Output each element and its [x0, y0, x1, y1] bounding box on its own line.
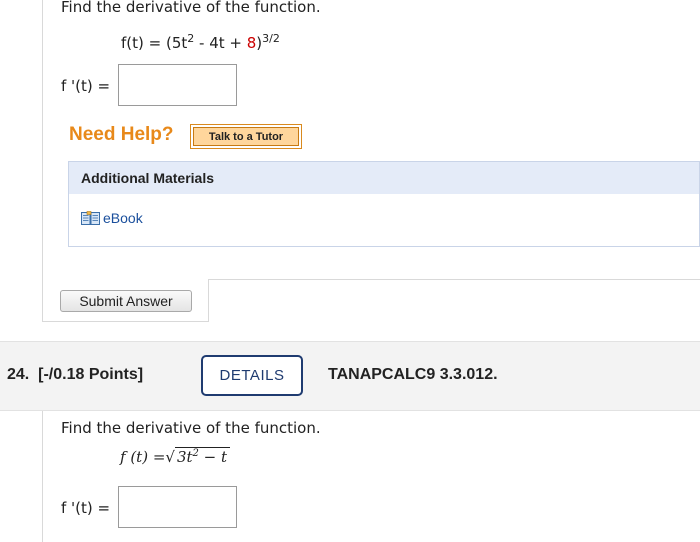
formula-lhs: f(t) = (5t: [121, 34, 188, 52]
divider: [209, 279, 700, 280]
open-book-icon: [81, 210, 100, 225]
radicand-term-a: 3t: [176, 448, 193, 466]
additional-materials-panel: Additional Materials eBook: [68, 161, 700, 247]
question-number-points: 24. [-/0.18 Points]: [7, 366, 143, 384]
function-formula: f (t) = √ 3t2 − t: [120, 447, 231, 466]
talk-to-tutor-label: Talk to a Tutor: [193, 127, 299, 146]
need-help-label: Need Help?: [69, 124, 174, 145]
question-points: [-/0.18 Points]: [38, 366, 144, 383]
ebook-link[interactable]: eBook: [81, 210, 143, 226]
question-prompt: Find the derivative of the function.: [61, 419, 321, 437]
radical-symbol: √: [165, 448, 175, 466]
answer-input[interactable]: [118, 486, 237, 528]
radicand-term-b: − t: [198, 448, 228, 466]
formula-exponent-2: 3/2: [262, 32, 280, 45]
answer-label: f '(t) =: [61, 499, 111, 517]
answer-input[interactable]: [118, 64, 237, 106]
question-prompt: Find the derivative of the function.: [61, 0, 321, 16]
radicand: 3t2 − t: [174, 447, 231, 466]
question-code: TANAPCALC9 3.3.012.: [328, 366, 498, 383]
details-button[interactable]: DETAILS: [201, 355, 303, 396]
talk-to-tutor-button[interactable]: Talk to a Tutor: [190, 124, 302, 149]
formula-lhs: f (t) =: [120, 448, 166, 466]
question-number: 24.: [7, 366, 30, 383]
function-formula: f(t) = (5t2 - 4t + 8)3/2: [121, 32, 280, 52]
additional-materials-header: Additional Materials: [69, 162, 699, 194]
question-23-panel: Find the derivative of the function. f(t…: [42, 0, 700, 322]
formula-middle: - 4t +: [194, 34, 247, 52]
answer-label: f '(t) =: [61, 77, 111, 95]
question-24-panel: Find the derivative of the function. f (…: [42, 411, 700, 542]
submit-answer-button[interactable]: Submit Answer: [60, 290, 192, 312]
formula-constant: 8: [246, 34, 257, 52]
ebook-label: eBook: [103, 210, 143, 226]
